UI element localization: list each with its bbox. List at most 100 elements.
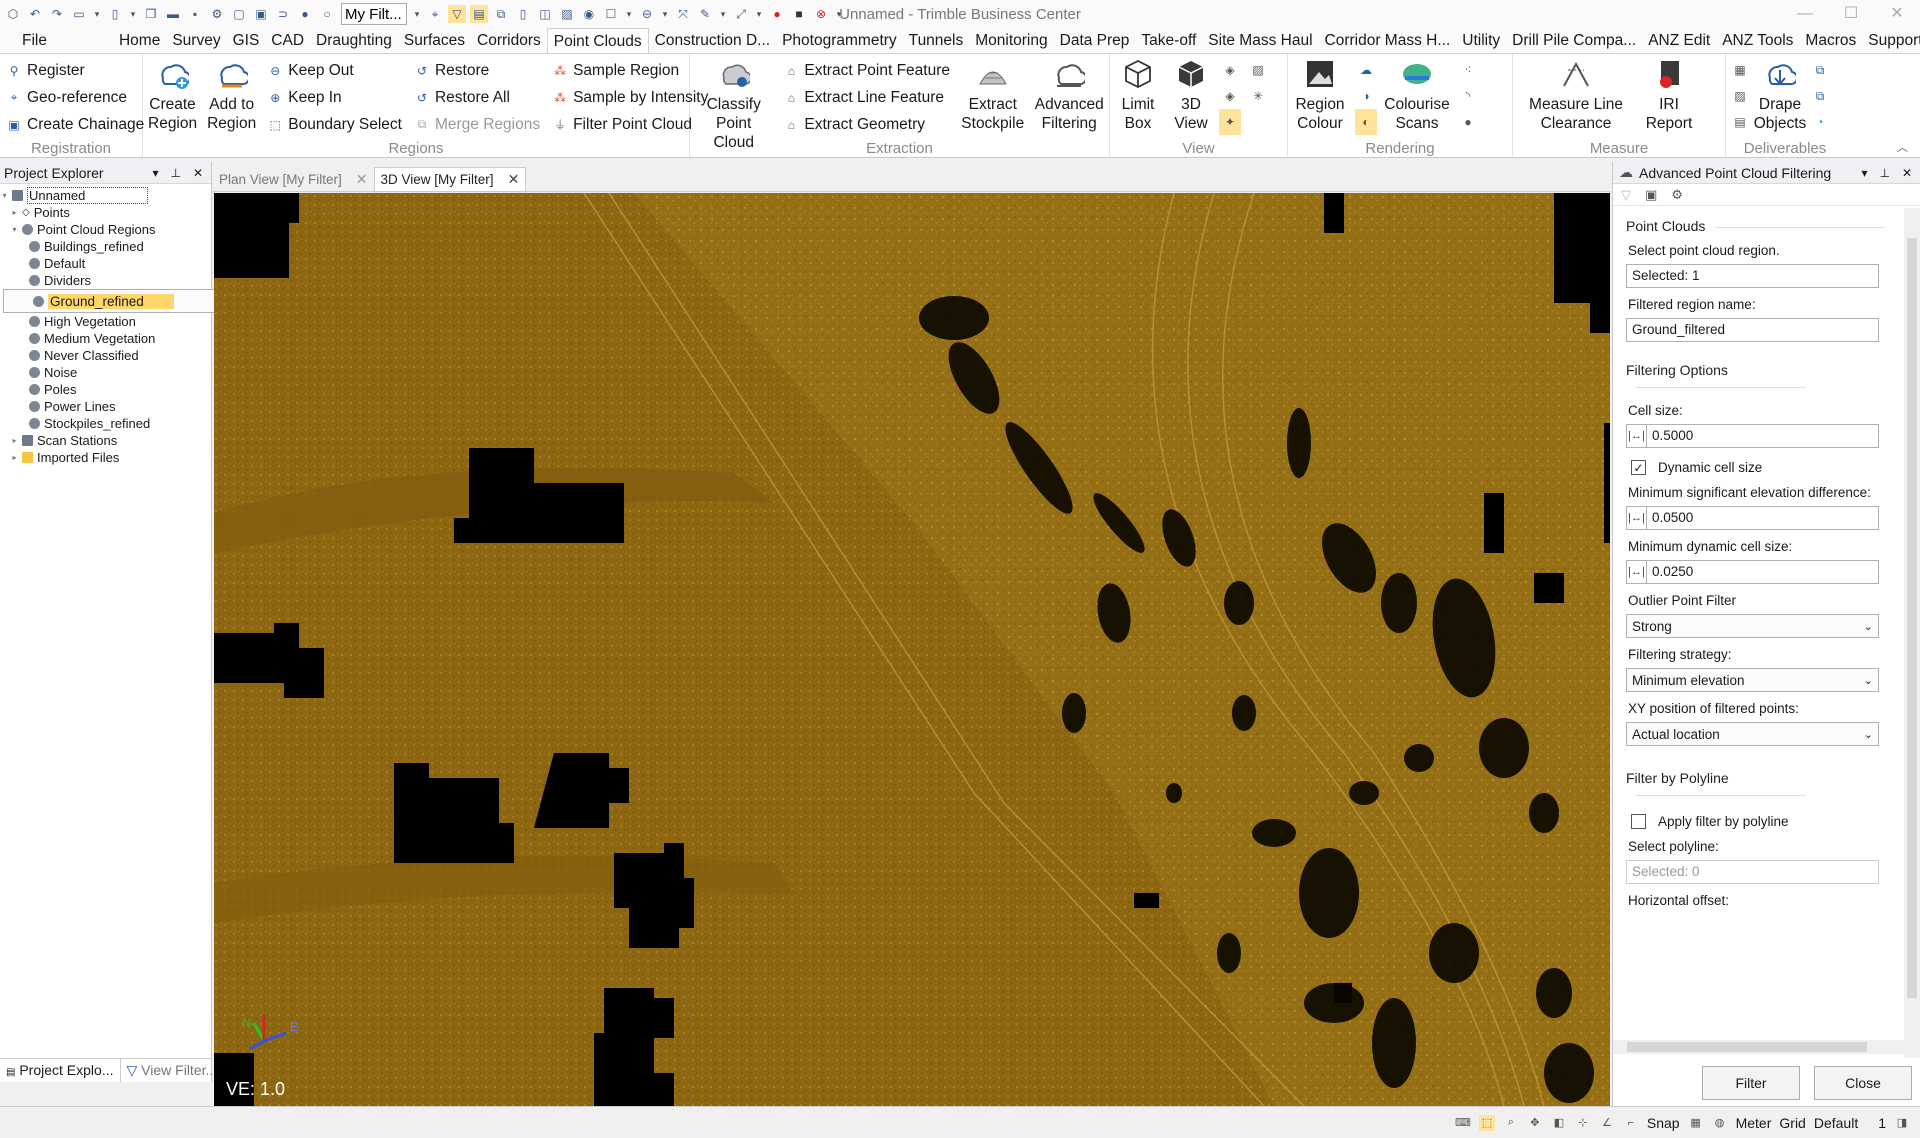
redo-icon[interactable]: ↷ (48, 5, 66, 23)
distance-icon[interactable]: |↔| (1626, 506, 1646, 530)
cancel-icon[interactable]: ⊗ (812, 5, 830, 23)
app-logo-icon[interactable]: ⬡ (4, 5, 22, 23)
tree-node-region[interactable]: High Vegetation (0, 313, 211, 330)
restore-button[interactable]: ↺ Restore (414, 57, 540, 84)
close-icon[interactable]: ✕ (1902, 166, 1912, 180)
geo-reference-button[interactable]: ⌖ Geo-reference (6, 84, 144, 111)
dropdown-icon[interactable]: ▾ (412, 5, 422, 23)
gear-icon[interactable]: ⚙ (1671, 187, 1683, 203)
page-icon[interactable]: ▯ (514, 5, 532, 23)
menu-photogrammetry[interactable]: Photogrammetry (776, 28, 903, 53)
tree-node-region[interactable]: Default (0, 255, 211, 272)
sphere-icon[interactable]: ● (1457, 109, 1479, 135)
photo-icon[interactable]: ▨ (1729, 83, 1751, 109)
stack-icon[interactable]: ⧉ (492, 5, 510, 23)
menu-monitoring[interactable]: Monitoring (969, 28, 1053, 53)
cloud-outline-icon[interactable]: ☁ (1355, 57, 1377, 83)
keep-in-button[interactable]: ⊕ Keep In (267, 84, 402, 111)
tree-node-region[interactable]: Poles (0, 381, 211, 398)
filter-icon[interactable]: ▽ (448, 5, 466, 23)
view-filter-select[interactable] (341, 3, 407, 25)
highlight-render-icon[interactable]: ◐ (1355, 109, 1377, 135)
layer-icon[interactable]: ● (296, 5, 314, 23)
select-region-field[interactable]: Selected: 1 (1626, 264, 1879, 288)
pen-icon[interactable]: ✎ (696, 5, 714, 23)
tree-node-scan-stations[interactable]: ▸ Scan Stations (0, 432, 211, 449)
checkbox-checked-icon[interactable]: ✓ (1631, 460, 1646, 475)
distance-icon[interactable]: |↔| (1626, 560, 1646, 584)
menu-home[interactable]: Home (113, 28, 166, 53)
units-label[interactable]: Meter (1736, 1115, 1772, 1131)
default-label[interactable]: Default (1814, 1115, 1858, 1131)
menu-data-prep[interactable]: Data Prep (1054, 28, 1136, 53)
create-chainage-button[interactable]: ▣ Create Chainage (6, 111, 144, 138)
compass-icon[interactable]: ◉ (580, 5, 598, 23)
panel-horizontal-scrollbar[interactable] (1613, 1040, 1905, 1054)
snap-icon[interactable]: ⊹ (1575, 1115, 1591, 1131)
palette-icon[interactable]: ◑ (1355, 83, 1377, 109)
menu-draughting[interactable]: Draughting (310, 28, 398, 53)
menu-support[interactable]: Support (1862, 28, 1920, 53)
close-icon[interactable]: ✕ (1874, 0, 1920, 28)
xy-position-select[interactable]: Actual location ⌄ (1626, 722, 1879, 746)
angle-icon[interactable]: ∠ (1599, 1115, 1615, 1131)
globe-icon[interactable]: ◍ (1712, 1115, 1728, 1131)
tree-node-region[interactable]: Buildings_refined (0, 238, 211, 255)
extract-point-feature-button[interactable]: ⌂ Extract Point Feature (783, 57, 950, 84)
menu-cad[interactable]: CAD (265, 28, 310, 53)
stop-icon[interactable]: ■ (790, 5, 808, 23)
strategy-select[interactable]: Minimum elevation ⌄ (1626, 668, 1879, 692)
min-elev-field[interactable]: 0.0500 (1646, 506, 1879, 530)
move-icon[interactable]: ⤧ (674, 5, 692, 23)
menu-point-clouds[interactable]: Point Clouds (546, 28, 649, 53)
menu-construction[interactable]: Construction D... (649, 28, 776, 53)
link-icon[interactable]: ⊃ (274, 5, 292, 23)
collapse-icon[interactable]: ▾ (10, 225, 19, 234)
tab-project-explorer[interactable]: ▤ Project Explo... (0, 1059, 121, 1082)
minimize-icon[interactable]: — (1782, 0, 1828, 28)
scroll-thumb[interactable] (1907, 238, 1917, 998)
pin-icon[interactable]: ⊥ (170, 166, 180, 180)
save-icon[interactable]: ▪ (186, 5, 204, 23)
filter-button[interactable]: Filter (1702, 1066, 1800, 1100)
pin-icon[interactable]: ⊥ (1879, 166, 1889, 180)
menu-anz-tools[interactable]: ANZ Tools (1716, 28, 1799, 53)
maximize-icon[interactable]: ☐ (1828, 0, 1874, 28)
extract-geometry-button[interactable]: ⌂ Extract Geometry (783, 111, 950, 138)
menu-site-mass-haul[interactable]: Site Mass Haul (1202, 28, 1318, 53)
open-icon[interactable]: ▯ (106, 5, 124, 23)
sample-by-intensity-button[interactable]: ⁂ Sample by Intensity (552, 84, 708, 111)
box-icon[interactable]: ☐ (602, 5, 620, 23)
node-icon[interactable]: ⧉ (1809, 83, 1831, 109)
menu-drill-pile[interactable]: Drill Pile Compa... (1506, 28, 1642, 53)
dynamic-cell-checkbox[interactable]: ✓ Dynamic cell size (1631, 460, 1905, 475)
frame-icon[interactable]: ◧ (1551, 1115, 1567, 1131)
menu-macros[interactable]: Macros (1799, 28, 1862, 53)
highlight-icon[interactable]: ✦ (1219, 109, 1241, 135)
menu-corridor-mass-haul[interactable]: Corridor Mass H... (1319, 28, 1457, 53)
select-icon[interactable]: ⌖ (426, 5, 444, 23)
dropdown-icon[interactable]: ▾ (834, 5, 844, 23)
curve-icon[interactable]: ◝ (1457, 83, 1479, 109)
close-tab-icon[interactable]: ✕ (508, 171, 520, 188)
cell-size-field[interactable]: 0.5000 (1646, 424, 1879, 448)
calculator-icon[interactable]: ▦ (1688, 1115, 1704, 1131)
merge-regions-button[interactable]: ⧉ Merge Regions (414, 111, 540, 138)
select-polyline-field[interactable]: Selected: 0 (1626, 860, 1879, 884)
undo-icon[interactable]: ↶ (26, 5, 44, 23)
tree-node-region[interactable]: Stockpiles_refined (0, 415, 211, 432)
menu-gis[interactable]: GIS (227, 28, 266, 53)
layers-icon[interactable]: ▤ (470, 5, 488, 23)
restore-all-button[interactable]: ↺ Restore All (414, 84, 540, 111)
dropdown-icon[interactable]: ▾ (754, 5, 764, 23)
display-icon[interactable]: ▣ (1645, 187, 1657, 203)
panel-vertical-scrollbar[interactable] (1904, 208, 1920, 1058)
dropdown-icon[interactable]: ▾ (624, 5, 634, 23)
min-dyn-field[interactable]: 0.0250 (1646, 560, 1879, 584)
expand-icon[interactable]: ▸ (10, 453, 19, 462)
corner-icon[interactable]: ⌐ (1623, 1115, 1639, 1131)
extract-line-feature-button[interactable]: ⌂ Extract Line Feature (783, 84, 950, 111)
picture-icon[interactable]: ▨ (1247, 57, 1269, 83)
tree-node-points[interactable]: ▸ ◇ Points (0, 204, 211, 221)
menu-take-off[interactable]: Take-off (1135, 28, 1202, 53)
